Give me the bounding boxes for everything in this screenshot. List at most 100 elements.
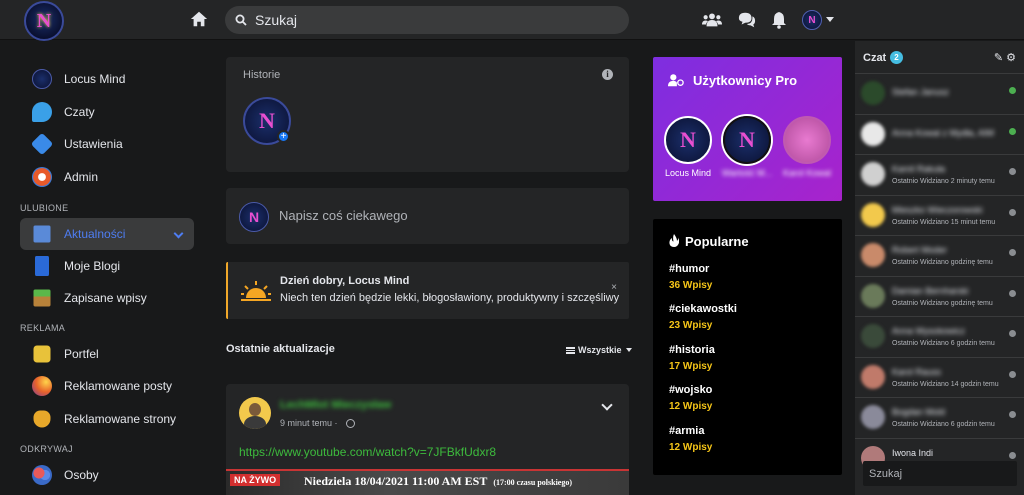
sidebar-item-label: Moje Blogi (64, 259, 121, 273)
pro-user-avatar[interactable] (783, 116, 831, 164)
sidebar-item-promoted-posts[interactable]: Reklamowane posty (20, 370, 194, 402)
chat-title: Czat (863, 52, 887, 64)
greeting-title: Dzień dobry, Locus Mind (280, 275, 410, 287)
site-logo[interactable]: N (24, 1, 64, 41)
stories-card: Historie i N + (226, 57, 629, 172)
chat-contact-name: Mieszko Wieczorowski (892, 204, 983, 215)
offline-status-dot (1009, 411, 1016, 418)
chat-contact-name: Bogdan Mold (892, 407, 946, 417)
feed-filter-dropdown[interactable]: Wszystkie (566, 345, 632, 355)
news-icon (33, 225, 51, 243)
sidebar-item-admin[interactable]: Admin (20, 161, 194, 193)
avatar (861, 283, 885, 308)
sidebar-item-label: Czaty (64, 105, 95, 119)
sidebar-item-promoted-pages[interactable]: Reklamowane strony (20, 403, 194, 435)
chat-contact-row[interactable]: Kamil Rakuła Ostatnio Widziano 2 minuty t… (855, 154, 1024, 194)
post-author[interactable]: LechMlot Mieczysław (280, 399, 391, 411)
sidebar-item-my-blogs[interactable]: Moje Blogi (20, 250, 194, 282)
hashtag-link[interactable]: #ciekawostki (669, 303, 737, 315)
messages-icon[interactable] (738, 11, 756, 29)
sidebar-item-settings[interactable]: Ustawienia (20, 128, 194, 160)
greeting-banner: Dzień dobry, Locus Mind Niech ten dzień … (226, 262, 629, 319)
section-heading-favorites: ULUBIONE (20, 203, 69, 213)
top-bar: N N (0, 0, 1024, 41)
chat-contact-row[interactable]: Karol Rauss Ostatnio Widziano 14 godzin t… (855, 356, 1024, 397)
fire-icon (669, 234, 679, 247)
chat-contact-row[interactable]: Anna Wysokowicz Ostatnio Widziano 6 godzi… (855, 316, 1024, 356)
chevron-down-icon[interactable] (826, 17, 834, 22)
avatar (861, 243, 885, 267)
chat-contact-row[interactable]: Anna Kowal z Mydła, AIM (855, 113, 1024, 154)
gear-icon[interactable]: ⚙ (1006, 52, 1016, 64)
blog-book-icon (35, 256, 49, 276)
chevron-down-icon[interactable] (601, 399, 613, 411)
hashtag-count: 17 Wpisy (669, 361, 713, 372)
home-icon[interactable] (190, 10, 208, 28)
offline-status-dot (1009, 330, 1016, 337)
pro-user-avatar[interactable]: N (664, 116, 712, 164)
avatar (861, 162, 885, 186)
sidebar-item-wallet[interactable]: Portfel (20, 338, 194, 370)
chat-contact-row[interactable]: Damian Bernharski Ostatnio Widziano godzi… (855, 275, 1024, 316)
composer-placeholder[interactable]: Napisz coś ciekawego (279, 208, 408, 223)
sidebar-item-saved-posts[interactable]: Zapisane wpisy (20, 282, 194, 314)
chat-search-input[interactable] (863, 461, 1017, 486)
sidebar-item-chats[interactable]: Czaty (20, 96, 194, 128)
pro-users-card: Użytkownicy Pro N Locus Mind N Wartość M… (653, 57, 842, 201)
pro-user-name[interactable]: Locus Mind (658, 168, 718, 178)
chat-contact-row[interactable]: Stefan Janusz (855, 73, 1024, 113)
chat-contact-row[interactable]: Bogdan Mold Ostatnio Widziano 6 godzin te… (855, 397, 1024, 437)
sidebar-item-profile[interactable]: Locus Mind (20, 63, 194, 95)
add-story-plus-icon[interactable]: + (277, 130, 290, 143)
sidebar-item-label: Locus Mind (64, 72, 126, 86)
sidebar-item-label: Ustawienia (64, 137, 123, 151)
wallet-money-icon (33, 345, 51, 363)
chat-contact-row[interactable]: Robert Moder Ostatnio Widziano godzinę te… (855, 235, 1024, 275)
hashtag-link[interactable]: #historia (669, 344, 715, 356)
video-thumbnail[interactable]: NA ŻYWO Niedziela 18/04/2021 11:00 AM ES… (226, 469, 629, 495)
post-link[interactable]: https://www.youtube.com/watch?v=7JFBkfUd… (239, 445, 496, 459)
post-composer[interactable]: N Napisz coś ciekawego (226, 188, 629, 244)
chat-contact-name: Robert Moder (892, 245, 948, 255)
pro-user-name[interactable]: Wartość M... (717, 168, 777, 178)
caret-down-icon (625, 348, 632, 352)
close-icon[interactable]: × (611, 282, 617, 293)
edit-icon[interactable]: ✎ (994, 52, 1003, 64)
friends-icon[interactable] (702, 11, 722, 29)
info-icon[interactable]: i (602, 69, 613, 80)
chevron-down-icon[interactable] (173, 228, 184, 239)
offline-status-dot (1009, 208, 1016, 216)
hashtag-link[interactable]: #humor (669, 263, 709, 275)
live-badge: NA ŻYWO (230, 474, 281, 486)
hashtag-count: 23 Wpisy (669, 320, 713, 331)
sidebar-item-news[interactable]: Aktualności (20, 218, 194, 250)
chat-contact-name: Anna Kowal z Mydła, AIM (892, 127, 995, 138)
globe-icon (345, 418, 355, 428)
offline-status-dot (1009, 168, 1016, 175)
notifications-bell-icon[interactable] (770, 11, 788, 29)
chat-contact-status: Ostatnio Widziano 6 godzin temu (892, 340, 995, 347)
pro-user-avatar[interactable]: N (723, 116, 771, 164)
pro-user-name[interactable]: Karol Kowal (777, 168, 837, 178)
user-gear-icon (668, 74, 684, 87)
search-input[interactable] (255, 12, 615, 28)
hashtag-link[interactable]: #armia (669, 425, 704, 437)
chat-contact-row[interactable]: Mieszko Wieczorowski Ostatnio Widziano 15… (855, 194, 1024, 235)
rocket-icon (32, 376, 52, 396)
hashtag-count: 12 Wpisy (669, 442, 713, 453)
stories-title: Historie (243, 69, 281, 81)
hashtag-link[interactable]: #wojsko (669, 384, 712, 396)
offline-status-dot (1009, 289, 1016, 297)
chat-contact-status: Ostatnio Widziano godzinę temu (892, 299, 993, 307)
sidebar-item-people[interactable]: Osoby (20, 459, 194, 491)
search-bar[interactable] (225, 6, 629, 34)
chat-contact-status: Ostatnio Widziano 6 godzin temu (892, 421, 995, 428)
avatar[interactable] (239, 397, 271, 429)
sunrise-icon (241, 281, 271, 301)
sidebar-item-label: Reklamowane posty (64, 379, 173, 393)
online-status-dot (1009, 127, 1016, 135)
sidebar-item-label: Zapisane wpisy (64, 291, 147, 305)
user-menu-avatar[interactable]: N (802, 10, 822, 30)
feed-title: Ostatnie aktualizacje (226, 343, 335, 355)
sidebar-item-label: Reklamowane strony (64, 412, 177, 426)
